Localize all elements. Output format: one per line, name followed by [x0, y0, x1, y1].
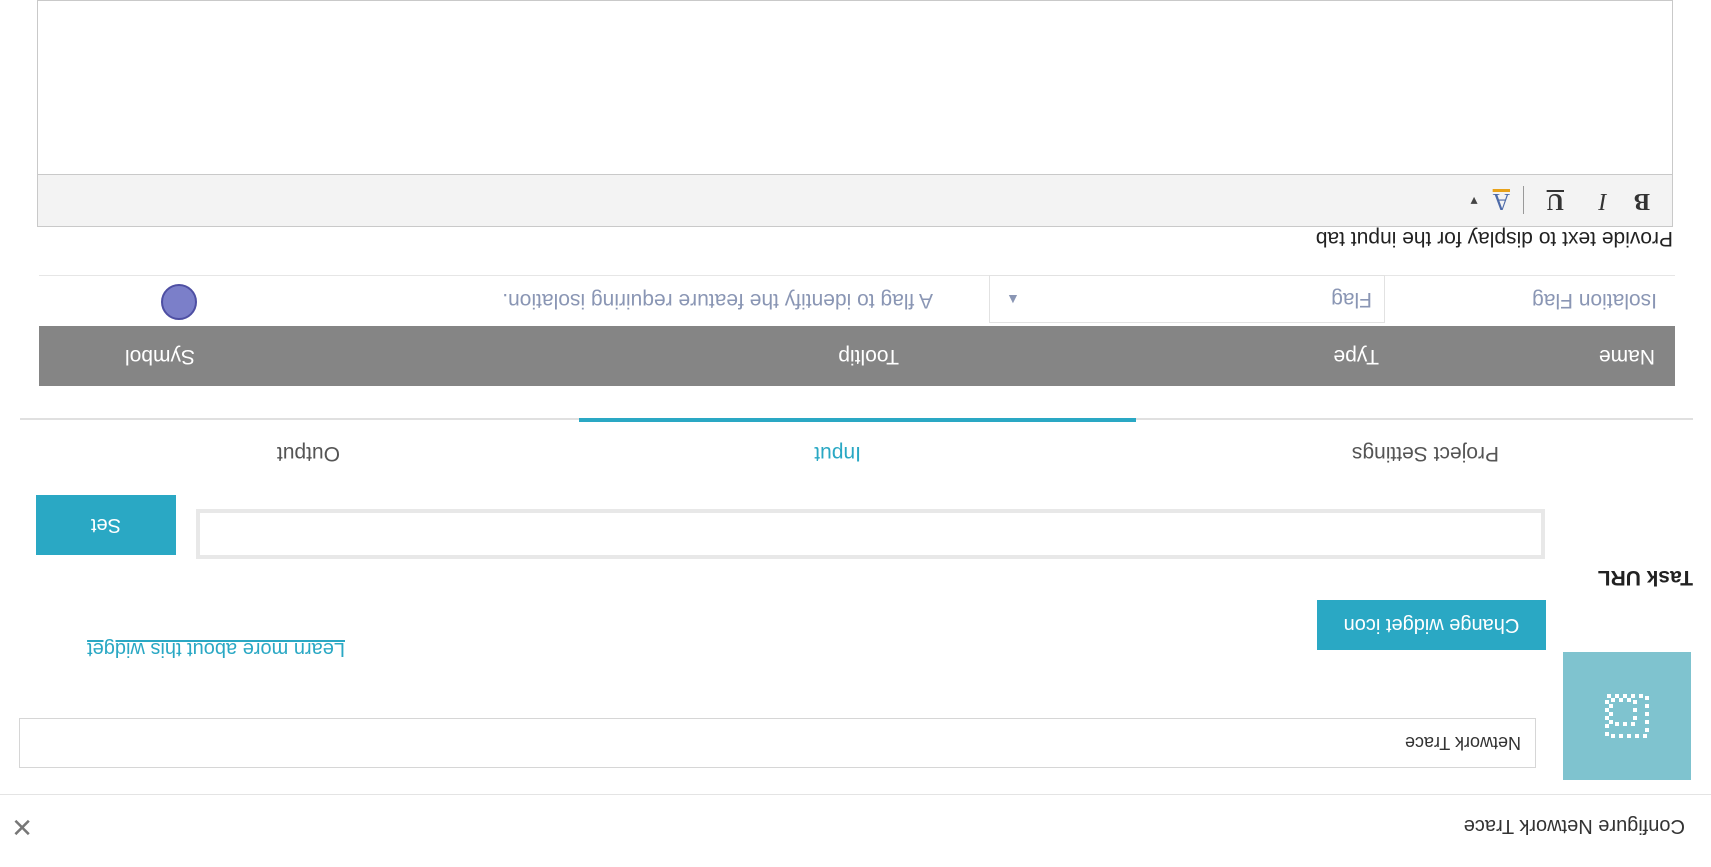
editor-text-area[interactable]	[38, 0, 1672, 174]
network-trace-icon	[1605, 694, 1649, 738]
dialog-title: Configure Network Trace	[1463, 815, 1685, 837]
change-widget-icon-button[interactable]: Change widget icon	[1317, 600, 1546, 650]
toolbar-separator	[1523, 186, 1524, 214]
widget-name-input[interactable]	[19, 718, 1536, 768]
type-select[interactable]: Flag ▲	[989, 275, 1385, 323]
table-row: Isolation Flag Flag ▲ A flag to identify…	[39, 275, 1675, 325]
close-icon[interactable]: ✕	[11, 812, 33, 842]
type-select-value: Flag	[1331, 288, 1372, 311]
bold-icon[interactable]: B	[1634, 187, 1650, 214]
tab-project-settings[interactable]: Project Settings	[1352, 441, 1499, 465]
set-task-url-button[interactable]: Set	[36, 495, 176, 555]
description-label: Provide text to display for the input ta…	[1315, 227, 1673, 250]
task-url-input[interactable]	[196, 509, 1545, 559]
column-header-tooltip: Tooltip	[838, 345, 899, 368]
font-color-dropdown-icon[interactable]: ▼	[1468, 193, 1480, 208]
italic-icon[interactable]: I	[1599, 187, 1607, 214]
column-header-name: Name	[1598, 345, 1655, 368]
input-table-header: Name Type Tooltip Symbol	[39, 326, 1675, 386]
rich-text-editor: B I U A ▼	[37, 0, 1673, 227]
column-header-type: Type	[1333, 345, 1379, 368]
row-name[interactable]: Isolation Flag	[1532, 288, 1657, 312]
chevron-down-icon: ▲	[1006, 292, 1020, 308]
configure-widget-dialog: Configure Network Trace ✕ Change widget …	[0, 0, 1711, 867]
font-color-icon[interactable]: A	[1493, 187, 1510, 214]
editor-toolbar: B I U A ▼	[38, 174, 1672, 226]
symbol-swatch[interactable]	[161, 284, 197, 320]
task-url-label: Task URL	[1597, 566, 1693, 589]
tab-input[interactable]: Input	[814, 441, 861, 465]
underline-icon[interactable]: U	[1547, 187, 1564, 214]
row-tooltip[interactable]: A flag to identify the feature requiring…	[502, 288, 933, 312]
active-tab-indicator	[579, 418, 1136, 422]
header-divider	[0, 794, 1711, 795]
column-header-symbol: Symbol	[124, 345, 195, 368]
tab-output[interactable]: Output	[277, 441, 340, 465]
widget-icon-preview	[1563, 652, 1691, 780]
learn-more-link[interactable]: Learn more about this widget	[87, 637, 345, 660]
